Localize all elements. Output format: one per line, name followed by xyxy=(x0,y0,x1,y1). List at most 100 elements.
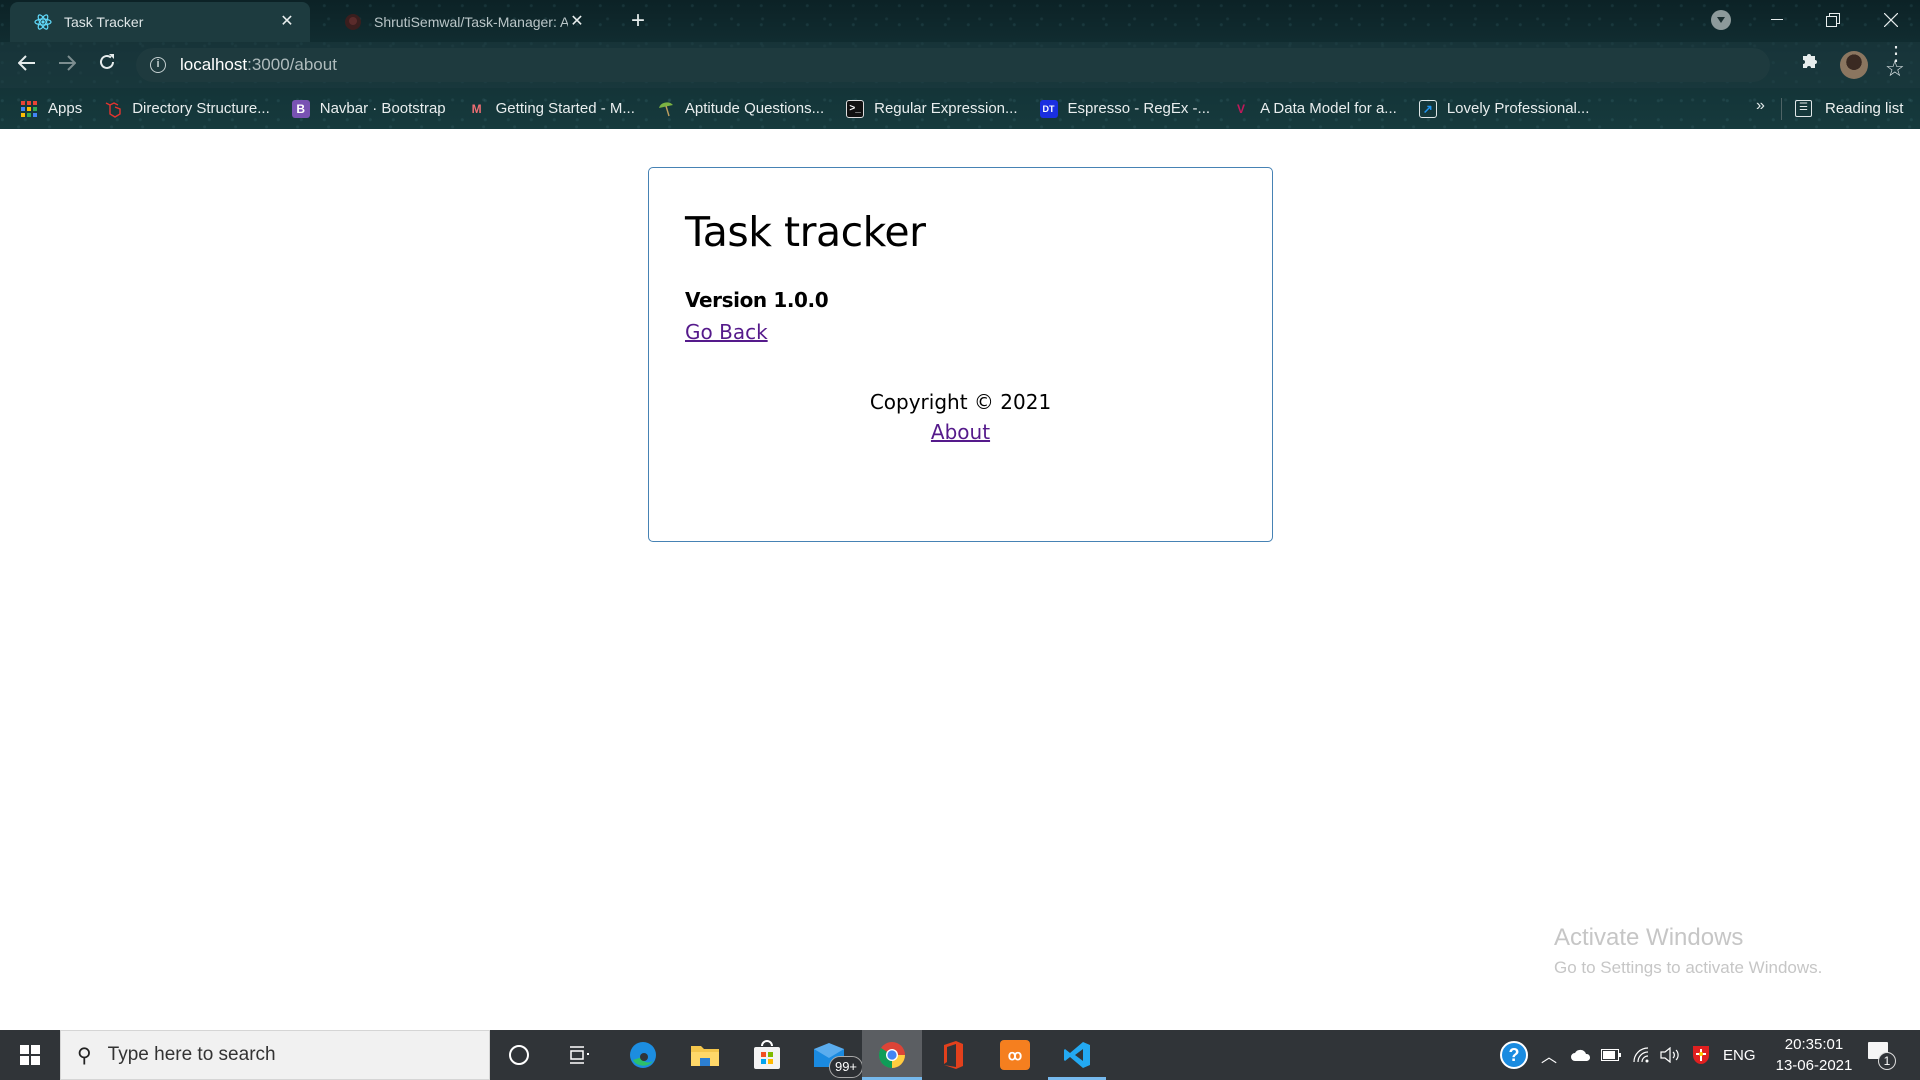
security-shield-icon[interactable] xyxy=(1692,1030,1710,1080)
taskbar-office[interactable] xyxy=(924,1030,982,1080)
chevron-down-icon xyxy=(1717,17,1725,23)
about-link[interactable]: About xyxy=(931,420,990,444)
taskbar-chrome[interactable] xyxy=(862,1030,922,1080)
tab-title: ShrutiSemwal/Task-Manager: An xyxy=(374,14,568,30)
reload-button[interactable] xyxy=(92,50,122,80)
help-icon[interactable]: ? xyxy=(1500,1041,1528,1069)
laravel-icon xyxy=(104,100,122,118)
footer: Copyright © 2021 About xyxy=(649,390,1272,444)
minimize-icon xyxy=(1771,19,1783,20)
close-window-button[interactable] xyxy=(1868,0,1914,40)
restore-button[interactable] xyxy=(1810,0,1856,40)
bookmark-espresso-regex[interactable]: DT Espresso - RegEx -... xyxy=(1039,99,1211,118)
tab-search-button[interactable] xyxy=(1711,10,1731,30)
search-placeholder: Type here to search xyxy=(107,1044,276,1065)
bootstrap-icon: B xyxy=(291,99,310,118)
bookmark-apps[interactable]: Apps xyxy=(20,100,82,118)
tab-strip: Task Tracker ✕ ShrutiSemwal/Task-Manager… xyxy=(0,0,1920,42)
more-bookmarks-button[interactable]: » xyxy=(1756,97,1765,115)
minimize-button[interactable] xyxy=(1754,0,1800,40)
external-link-icon: ↗ xyxy=(1418,99,1437,118)
taskbar: ⚲ Type here to search 99+ ꝏ ? ︿ ENG 20:3… xyxy=(0,1030,1920,1080)
windows-logo-icon xyxy=(20,1045,40,1065)
close-tab-icon[interactable]: ✕ xyxy=(278,13,296,31)
vertabelo-icon: V xyxy=(1237,101,1246,116)
go-back-link[interactable]: Go Back xyxy=(685,320,768,344)
profile-avatar[interactable] xyxy=(1840,51,1868,79)
clock[interactable]: 20:35:01 13-06-2021 xyxy=(1766,1034,1862,1076)
clock-date: 13-06-2021 xyxy=(1775,1057,1853,1074)
github-icon xyxy=(344,13,362,31)
back-button[interactable] xyxy=(12,50,42,80)
bookmark-directory-structure[interactable]: Directory Structure... xyxy=(104,100,270,118)
activate-windows-watermark: Activate Windows Go to Settings to activ… xyxy=(1554,924,1822,978)
about-card: Task tracker Version 1.0.0 Go Back Copyr… xyxy=(648,167,1273,542)
store-icon xyxy=(754,1040,780,1069)
show-hidden-icons-button[interactable]: ︿ xyxy=(1541,1030,1557,1080)
browser-menu-icon[interactable]: ⋮ xyxy=(1886,44,1906,64)
forward-button[interactable] xyxy=(52,50,82,80)
bookmarks-divider xyxy=(1781,98,1782,120)
bookmark-label: Lovely Professional... xyxy=(1446,100,1590,117)
clock-time: 20:35:01 xyxy=(1784,1036,1844,1053)
tab-title: Task Tracker xyxy=(64,14,144,30)
reading-list-icon: ☰ xyxy=(1795,100,1812,117)
tab-task-tracker[interactable]: Task Tracker ✕ xyxy=(10,2,310,42)
bookmark-label: Espresso - RegEx -... xyxy=(1067,100,1211,117)
reading-list-label: Reading list xyxy=(1825,100,1904,117)
taskbar-mail[interactable]: 99+ xyxy=(800,1030,863,1080)
office-icon xyxy=(944,1041,963,1069)
language-indicator[interactable]: ENG xyxy=(1723,1030,1756,1080)
wifi-icon[interactable] xyxy=(1632,1030,1650,1080)
watermark-title: Activate Windows xyxy=(1554,924,1744,951)
close-icon xyxy=(1884,13,1898,27)
bookmark-lovely-professional[interactable]: ↗ Lovely Professional... xyxy=(1418,99,1590,118)
bookmark-label: Directory Structure... xyxy=(132,100,270,117)
bookmark-label: Aptitude Questions... xyxy=(684,100,825,117)
page-title: Task tracker xyxy=(685,208,926,256)
taskbar-file-explorer[interactable] xyxy=(676,1030,734,1080)
edge-icon xyxy=(630,1042,656,1068)
taskbar-edge[interactable] xyxy=(614,1030,672,1080)
start-button[interactable] xyxy=(0,1030,60,1080)
terminal-icon: >_ xyxy=(846,99,865,118)
taskbar-xampp[interactable]: ꝏ xyxy=(986,1030,1044,1080)
arrow-left-icon xyxy=(17,55,35,71)
tab-github-task-manager[interactable]: ShrutiSemwal/Task-Manager: An ✕ xyxy=(320,2,600,42)
search-icon: ⚲ xyxy=(77,1044,92,1067)
reading-list-button[interactable]: ☰ Reading list xyxy=(1795,88,1903,129)
action-center-button[interactable]: 1 xyxy=(1868,1042,1896,1070)
bookmark-data-model[interactable]: V A Data Model for a... xyxy=(1232,100,1397,118)
close-tab-icon[interactable]: ✕ xyxy=(568,13,586,31)
arrow-right-icon xyxy=(59,55,77,71)
taskbar-store[interactable] xyxy=(738,1030,796,1080)
task-view-button[interactable] xyxy=(550,1030,608,1080)
copyright-text: Copyright © 2021 xyxy=(869,390,1052,414)
taskbar-search-box[interactable]: ⚲ Type here to search xyxy=(60,1030,490,1080)
danstools-icon: DT xyxy=(1039,99,1058,118)
info-icon[interactable]: i xyxy=(150,57,166,73)
bookmark-navbar-bootstrap[interactable]: B Navbar · Bootstrap xyxy=(291,99,446,118)
volume-icon[interactable] xyxy=(1660,1030,1680,1080)
taskbar-vscode[interactable] xyxy=(1048,1030,1106,1080)
vscode-icon xyxy=(1064,1042,1090,1068)
url-host: localhost xyxy=(180,55,248,74)
version-label: Version 1.0.0 xyxy=(685,288,829,312)
bookmark-label: Getting Started - M... xyxy=(495,100,635,117)
bookmark-regular-expression[interactable]: >_ Regular Expression... xyxy=(846,99,1018,118)
react-icon xyxy=(34,13,52,31)
xampp-icon: ꝏ xyxy=(1000,1040,1030,1070)
chevron-up-icon: ︿ xyxy=(1541,1049,1558,1066)
bookmark-aptitude-questions[interactable]: Aptitude Questions... xyxy=(657,100,824,118)
extensions-puzzle-icon[interactable] xyxy=(1800,50,1820,76)
browser-chrome: Task Tracker ✕ ShrutiSemwal/Task-Manager… xyxy=(0,0,1920,129)
address-bar[interactable]: i localhost:3000/about ☆ xyxy=(136,48,1905,82)
onedrive-icon[interactable] xyxy=(1570,1030,1592,1080)
battery-icon[interactable] xyxy=(1601,1030,1621,1080)
cortana-button[interactable] xyxy=(490,1030,548,1080)
bookmark-label: A Data Model for a... xyxy=(1260,100,1397,117)
bookmark-label: Navbar · Bootstrap xyxy=(319,100,446,117)
mail-unread-badge: 99+ xyxy=(829,1056,863,1078)
new-tab-button[interactable]: + xyxy=(624,8,652,36)
bookmark-getting-started[interactable]: M Getting Started - M... xyxy=(468,100,635,118)
